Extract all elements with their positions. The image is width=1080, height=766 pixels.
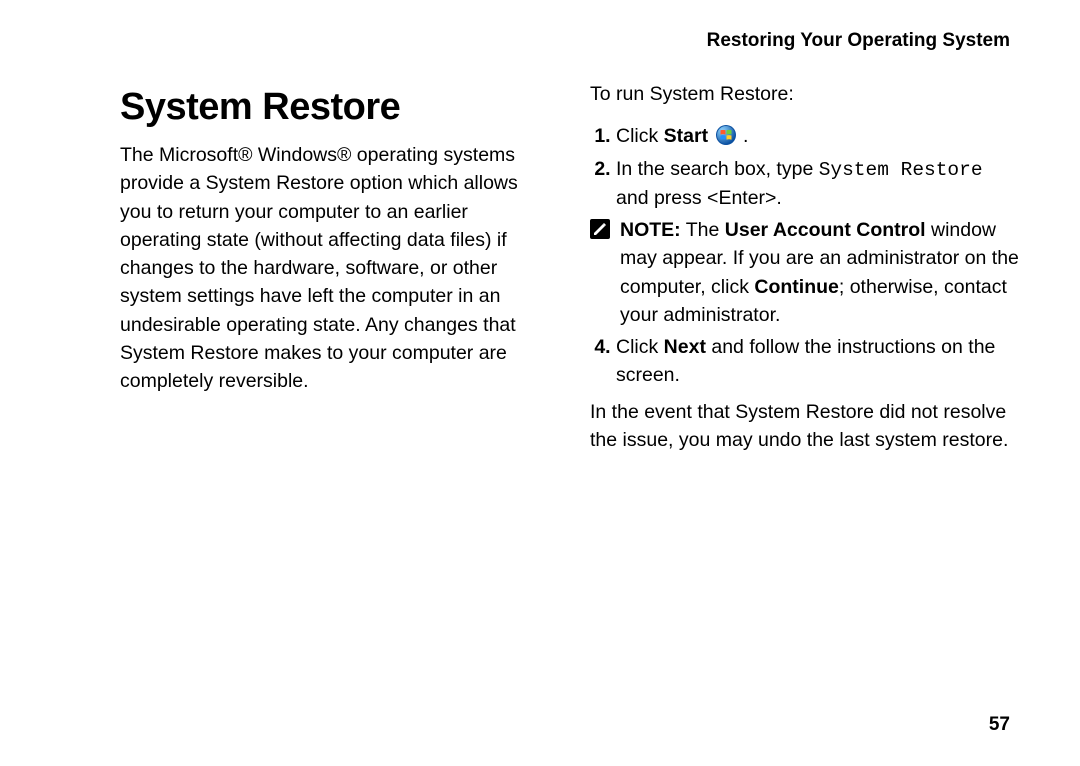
left-column: System Restore The Microsoft® Windows® o…: [120, 80, 550, 454]
note-block: NOTE: The User Account Control window ma…: [590, 216, 1020, 329]
windows-start-orb-icon: [716, 125, 736, 145]
step-3: Click Next and follow the instructions o…: [616, 333, 1020, 390]
two-column-layout: System Restore The Microsoft® Windows® o…: [120, 80, 1020, 454]
procedure-steps: Click Start: [590, 122, 1020, 389]
step-2: In the search box, type System Restore a…: [616, 155, 1020, 213]
manual-page: Restoring Your Operating System System R…: [0, 0, 1080, 766]
step-1-bold: Start: [664, 125, 708, 147]
note-label: NOTE:: [620, 219, 681, 241]
procedure-intro: To run System Restore:: [590, 80, 1020, 108]
note-block-wrapper: NOTE: The User Account Control window ma…: [590, 216, 1020, 329]
step-3-prefix: Click: [616, 336, 664, 358]
step-2-prefix: In the search box, type: [616, 158, 819, 180]
running-header: Restoring Your Operating System: [120, 30, 1020, 52]
step-1-suffix: .: [738, 125, 749, 147]
step-1-prefix: Click: [616, 125, 664, 147]
step-2-suffix: and press <Enter>.: [616, 187, 782, 209]
page-number: 57: [989, 714, 1010, 736]
note-b2: Continue: [754, 276, 838, 298]
note-b1: User Account Control: [725, 219, 926, 241]
closing-paragraph: In the event that System Restore did not…: [590, 398, 1020, 455]
note-t1: The: [681, 219, 725, 241]
step-2-code: System Restore: [819, 159, 983, 181]
right-column: To run System Restore: Click Start: [590, 80, 1020, 454]
intro-paragraph: The Microsoft® Windows® operating system…: [120, 141, 550, 395]
step-1: Click Start: [616, 122, 1020, 150]
step-3-bold: Next: [664, 336, 706, 358]
section-title: System Restore: [120, 80, 550, 135]
note-pencil-icon: [590, 219, 610, 239]
